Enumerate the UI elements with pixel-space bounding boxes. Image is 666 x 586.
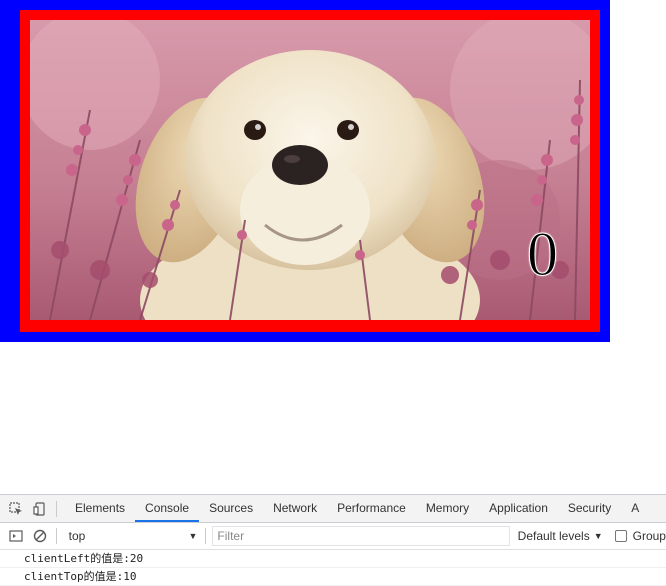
log-levels-dropdown[interactable]: Default levels ▼: [518, 529, 603, 543]
group-label: Group: [632, 529, 666, 543]
dog-photo: [30, 20, 590, 320]
checkbox-box[interactable]: [614, 530, 627, 542]
tab-security[interactable]: Security: [558, 495, 621, 522]
devtools-panel: Elements Console Sources Network Perform…: [0, 494, 666, 586]
outer-box: 0: [0, 0, 610, 342]
filter-input[interactable]: [212, 526, 510, 546]
tab-application[interactable]: Application: [479, 495, 558, 522]
device-toolbar-icon[interactable]: [32, 501, 48, 517]
tab-memory[interactable]: Memory: [416, 495, 479, 522]
console-message: clientLeft的值是:20: [0, 550, 666, 568]
chevron-down-icon: ▼: [188, 531, 198, 541]
devtools-tabbar: Elements Console Sources Network Perform…: [0, 495, 666, 523]
tab-performance[interactable]: Performance: [327, 495, 416, 522]
tab-network[interactable]: Network: [263, 495, 327, 522]
inspect-element-icon[interactable]: [8, 501, 24, 517]
group-similar-checkbox[interactable]: Group: [614, 529, 666, 543]
console-message: clientTop的值是:10: [0, 568, 666, 586]
context-value: top: [68, 529, 86, 543]
toolbar-divider: [55, 528, 57, 544]
clear-console-icon[interactable]: [32, 528, 48, 544]
dog-photo-illustration: [30, 20, 590, 320]
inner-box: 0: [20, 10, 600, 332]
console-toolbar: top ▼ Default levels ▼ Group: [0, 523, 666, 550]
caret-down-icon: ▼: [593, 531, 603, 541]
toolbar-divider-2: [205, 528, 207, 544]
tab-audits[interactable]: A: [621, 495, 649, 522]
show-sidebar-icon[interactable]: [8, 528, 24, 544]
counter-text: 0: [527, 221, 559, 289]
context-select[interactable]: top ▼: [65, 529, 204, 543]
tab-sources[interactable]: Sources: [199, 495, 263, 522]
tabbar-divider: [56, 500, 57, 517]
log-levels-label: Default levels: [517, 529, 590, 543]
tab-elements[interactable]: Elements: [65, 495, 135, 522]
tab-console[interactable]: Console: [135, 495, 200, 522]
